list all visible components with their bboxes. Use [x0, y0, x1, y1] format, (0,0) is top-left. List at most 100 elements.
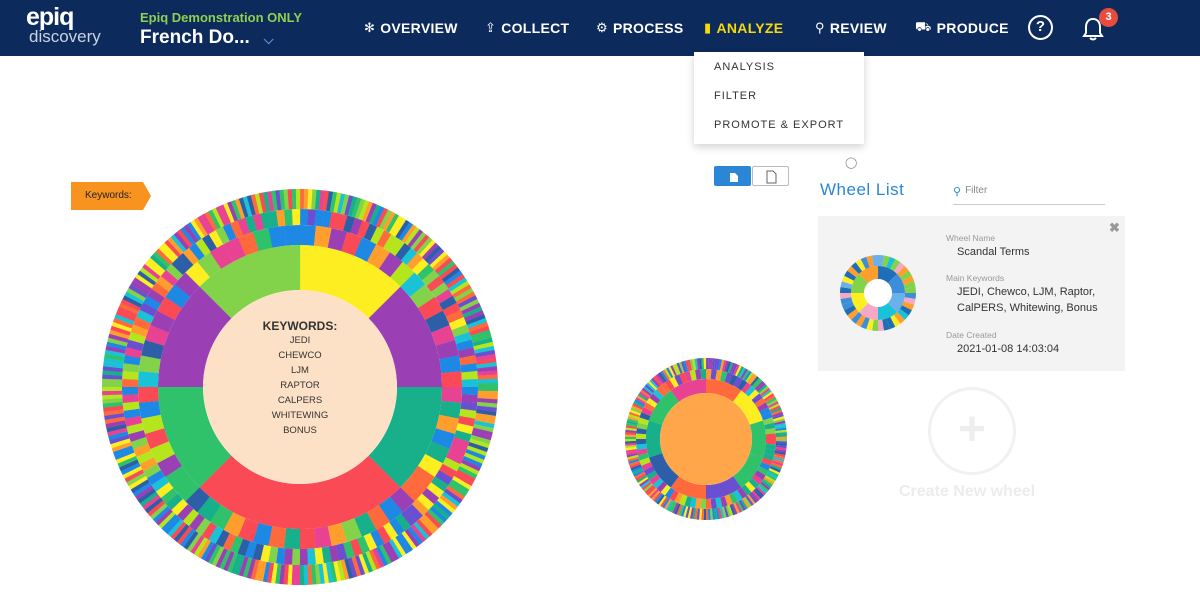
logo-main-text: epiq [26, 3, 74, 31]
notification-badge: 3 [1099, 8, 1118, 27]
wheel-middle-segment[interactable] [283, 528, 300, 549]
wheel-name-label: Wheel Name [946, 233, 996, 243]
wheel-edge-segment[interactable] [291, 189, 297, 210]
wheel-outer-segment[interactable] [461, 379, 479, 388]
small-wheel-outer-segment[interactable] [703, 358, 707, 370]
document-view-toggle[interactable] [752, 166, 789, 186]
wheel-outer-segment[interactable] [300, 209, 309, 226]
nav-process[interactable]: ⚙ PROCESS [596, 0, 684, 56]
analyze-dropdown-menu: ANALYSIS FILTER PROMOTE & EXPORT [694, 52, 864, 144]
small-wheel-outer-segment[interactable] [705, 508, 709, 520]
wheel-view-toggle[interactable] [714, 166, 751, 186]
wheel-outer-segment[interactable] [292, 209, 301, 226]
date-created-label: Date Created [946, 330, 997, 340]
wheel-list-filter[interactable]: ⚲ Filter [953, 185, 1105, 205]
wheel-card[interactable]: ✖ Wheel Name Scandal Terms Main Keywords… [818, 216, 1125, 371]
wheel-edge-segment[interactable] [102, 382, 123, 387]
wheel-outer-segment[interactable] [122, 394, 139, 403]
wheel-outer-segment[interactable] [461, 387, 478, 396]
small-wheel-outer-segment[interactable] [625, 438, 637, 442]
wheel-middle-segment[interactable] [441, 387, 462, 404]
nav-produce[interactable]: ⛟ PRODUCE [915, 0, 1009, 56]
wheel-edge-segment[interactable] [299, 564, 305, 585]
nav-review-label: REVIEW [829, 20, 887, 36]
wheel-middle-segment[interactable] [138, 370, 159, 387]
help-icon[interactable]: ? [1028, 15, 1053, 40]
wheel-outer-segment[interactable] [461, 371, 478, 380]
logo-sub-text: discovery [29, 27, 101, 46]
keyword-bonus[interactable]: BONUS [240, 423, 360, 438]
small-wheel-outer-segment[interactable] [703, 508, 706, 520]
nav-collect[interactable]: ⇪ COLLECT [485, 0, 569, 56]
close-icon[interactable]: ✖ [1109, 220, 1120, 236]
nav-produce-label: PRODUCE [936, 20, 1009, 36]
small-wheel-middle-segment[interactable] [700, 369, 707, 380]
wheel-edge-segment[interactable] [295, 189, 301, 210]
keyword-raptor[interactable]: RAPTOR [240, 378, 360, 393]
small-wheel-outer-segment[interactable] [775, 439, 787, 442]
gear-icon: ⚙ [596, 20, 608, 35]
lightbulb-icon[interactable]: ◯ [845, 156, 857, 169]
document-icon [766, 170, 777, 184]
small-wheel-outer-segment[interactable] [775, 436, 787, 440]
wheel-edge-segment[interactable] [295, 564, 300, 585]
keyword-jedi[interactable]: JEDI [240, 333, 360, 348]
plus-icon: + [957, 403, 987, 456]
small-wheel-middle-segment[interactable] [706, 369, 712, 380]
nav-overview[interactable]: ✻ OVERVIEW [364, 0, 458, 56]
wheel-middle-segment[interactable] [441, 371, 462, 388]
top-navigation-bar: epiq discovery Epiq Demonstration ONLY F… [0, 0, 1200, 56]
small-wheel-middle-segment[interactable] [705, 498, 712, 509]
wheel-middle-segment[interactable] [138, 386, 159, 403]
wheel-thumbnail [840, 255, 916, 331]
keyword-ljm[interactable]: LJM [240, 363, 360, 378]
wheel-outer-segment[interactable] [291, 548, 300, 565]
small-wheel-middle-segment[interactable] [636, 438, 647, 445]
small-wheel-middle-segment[interactable] [636, 433, 647, 439]
create-new-wheel-label: Create New wheel [899, 483, 1036, 500]
small-wheel-outer-segment[interactable] [706, 358, 709, 370]
wheel-outer-segment[interactable] [299, 548, 308, 565]
wheel-outer-segment[interactable] [122, 386, 139, 395]
small-wheel-center[interactable] [660, 393, 752, 485]
date-created-value: 2021-01-08 14:03:04 [957, 343, 1060, 355]
wheel-edge-segment[interactable] [477, 378, 498, 384]
small-wheel-inner-segment[interactable] [646, 420, 663, 458]
case-label: Epiq Demonstration ONLY [140, 10, 303, 25]
case-name-row: French Do... ⌵ [140, 27, 302, 49]
keyword-calpers[interactable]: CALPERS [240, 393, 360, 408]
wheel-edge-segment[interactable] [300, 189, 305, 210]
keyword-whitewing[interactable]: WHITEWING [240, 408, 360, 423]
wheel-middle-segment[interactable] [299, 528, 316, 549]
filter-placeholder: Filter [965, 185, 988, 196]
wheel-edge-segment[interactable] [477, 387, 498, 392]
wheel-outer-segment[interactable] [307, 548, 316, 565]
thumbnail-center[interactable] [864, 279, 892, 307]
wheel-outer-segment[interactable] [284, 209, 293, 226]
wheel-edge-segment[interactable] [303, 564, 309, 585]
epiq-logo[interactable]: epiq discovery [26, 3, 101, 46]
keyword-chewco[interactable]: CHEWCO [240, 348, 360, 363]
wheel-edge-segment[interactable] [102, 386, 123, 392]
case-name: French Do... [140, 27, 250, 48]
wheel-middle-segment[interactable] [300, 225, 317, 246]
wheel-middle-segment[interactable] [284, 225, 301, 246]
small-wheel-middle-segment[interactable] [765, 439, 776, 445]
menu-item-filter[interactable]: FILTER [714, 90, 757, 102]
secondary-keyword-wheel[interactable] [624, 357, 788, 521]
chevron-down-icon[interactable]: ⌵ [264, 32, 274, 48]
nav-review[interactable]: ⚲ REVIEW [815, 0, 887, 56]
menu-item-analysis[interactable]: ANALYSIS [714, 61, 775, 73]
wheel-edge-segment[interactable] [477, 382, 498, 388]
case-selector[interactable]: Epiq Demonstration ONLY French Do... ⌵ [140, 10, 302, 49]
collect-icon: ⇪ [485, 20, 497, 35]
small-wheel-middle-segment[interactable] [765, 433, 776, 440]
menu-item-promote-export[interactable]: PROMOTE & EXPORT [714, 119, 844, 131]
truck-icon: ⛟ [915, 19, 932, 34]
small-wheel-outer-segment[interactable] [625, 436, 637, 439]
small-wheel-inner-segment[interactable] [749, 420, 766, 458]
small-wheel-middle-segment[interactable] [700, 498, 706, 509]
wheel-edge-segment[interactable] [102, 390, 123, 396]
wheel-outer-segment[interactable] [122, 378, 139, 387]
nav-analyze[interactable]: ▮ ANALYZE [704, 0, 783, 56]
